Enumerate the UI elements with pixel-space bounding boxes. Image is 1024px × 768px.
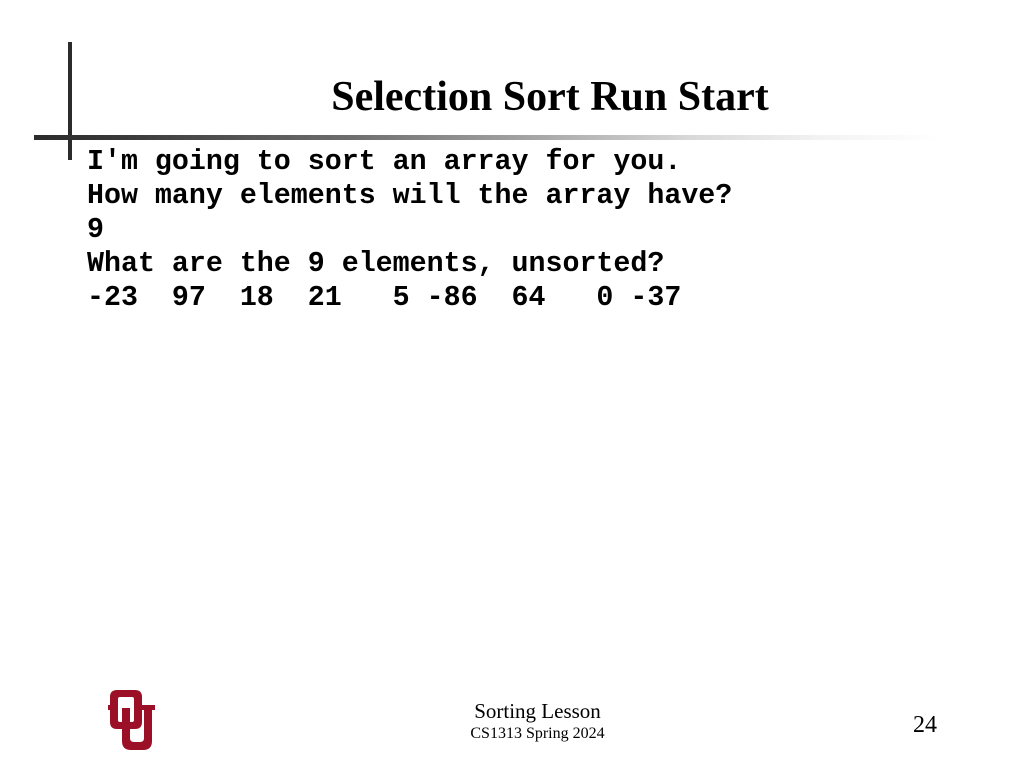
slide: Selection Sort Run Start I'm going to so… (0, 0, 1024, 768)
footer-course-name: CS1313 Spring 2024 (470, 725, 605, 742)
console-output: I'm going to sort an array for you. How … (87, 145, 732, 315)
footer-lesson-name: Sorting Lesson (474, 699, 601, 723)
horizontal-rule (34, 135, 944, 140)
console-line: What are the 9 elements, unsorted? (87, 248, 665, 280)
page-number: 24 (913, 712, 937, 738)
console-line: How many elements will the array have? (87, 180, 733, 212)
console-line: -23 97 18 21 5 -86 64 0 -37 (87, 282, 682, 314)
vertical-rule (68, 42, 72, 160)
console-line: I'm going to sort an array for you. (87, 146, 682, 178)
slide-title: Selection Sort Run Start (331, 74, 769, 120)
ou-logo-icon (108, 688, 158, 752)
console-line: 9 (87, 214, 104, 246)
